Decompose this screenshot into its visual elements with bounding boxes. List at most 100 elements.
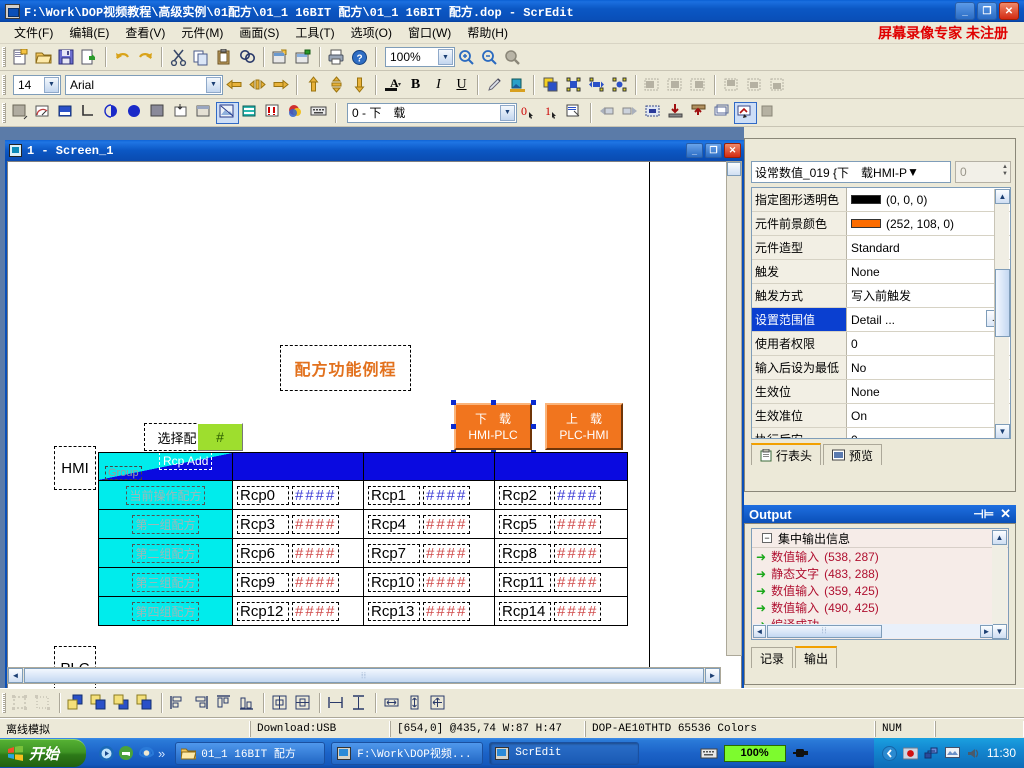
output-horizontal-scrollbar[interactable]: ◄ ⦙⦙ ►	[753, 624, 993, 638]
recipe-value-field[interactable]: ####	[554, 514, 602, 534]
property-value[interactable]: On	[847, 404, 1010, 427]
align-left-icon[interactable]	[223, 74, 246, 96]
recipe-name-label[interactable]: Rcp7	[368, 543, 420, 563]
property-value[interactable]: (252, 108, 0)	[847, 212, 1010, 235]
output-group-header[interactable]: − 集中输出信息	[752, 529, 1008, 548]
same-size-icon[interactable]	[427, 692, 450, 714]
upload-icon[interactable]	[688, 102, 711, 124]
color-tool-icon[interactable]	[285, 102, 308, 124]
recipe-value-field[interactable]: ####	[292, 514, 340, 534]
output-row[interactable]: ➜ 静态文字 (483, 288)	[752, 565, 1008, 582]
recipe-value-field[interactable]: ####	[292, 572, 340, 592]
open-screen-icon[interactable]	[292, 46, 315, 68]
align-left-edge-icon[interactable]	[167, 692, 190, 714]
compile-icon[interactable]	[642, 102, 665, 124]
properties-icon[interactable]	[563, 102, 586, 124]
property-row[interactable]: 输入后设为最低 No	[752, 356, 1010, 380]
collapse-icon[interactable]: −	[762, 533, 772, 543]
bold-icon[interactable]: B	[404, 74, 427, 96]
send-to-back-icon[interactable]	[88, 692, 111, 714]
menu-screen[interactable]: 画面(S)	[231, 22, 287, 43]
recipe-value-field[interactable]: ####	[423, 485, 471, 505]
scroll-up-arrow-icon[interactable]	[727, 162, 741, 176]
color-swatch[interactable]	[851, 219, 881, 228]
bring-forward-icon[interactable]	[111, 692, 134, 714]
recipe-name-label[interactable]: Rcp11	[499, 572, 551, 592]
window-tool-icon[interactable]	[193, 102, 216, 124]
next-screen-icon[interactable]	[619, 102, 642, 124]
alarm-tool-icon[interactable]	[262, 102, 285, 124]
property-value[interactable]: No	[847, 356, 1010, 379]
center-vertically-icon[interactable]	[269, 692, 292, 714]
menu-view[interactable]: 查看(V)	[117, 22, 173, 43]
pin-icon[interactable]: ⊣⊨	[973, 507, 994, 521]
selection-handle[interactable]	[531, 424, 536, 429]
property-row[interactable]: 指定图形透明色 (0, 0, 0)	[752, 188, 1010, 212]
taskbar-task[interactable]: ScrEdit	[489, 741, 640, 765]
save-icon[interactable]	[55, 46, 78, 68]
scroll-right-arrow-icon[interactable]: ►	[980, 624, 993, 638]
rotate-icon[interactable]	[562, 74, 585, 96]
chevron-down-icon[interactable]: ▼	[206, 76, 221, 93]
align-center-grp-icon[interactable]	[664, 74, 687, 96]
chevron-down-icon[interactable]: ▼	[907, 165, 919, 179]
canvas-title-text[interactable]: 配方功能例程	[280, 345, 411, 391]
scroll-thumb[interactable]	[995, 269, 1010, 337]
hmi-header-group-label[interactable]: Group	[105, 466, 142, 480]
align-center-h-icon[interactable]	[246, 74, 269, 96]
hmi-row-label[interactable]: 第二组配方	[132, 543, 199, 563]
toolbar-grip[interactable]	[2, 693, 6, 713]
pen-icon[interactable]	[483, 74, 506, 96]
scroll-left-arrow-icon[interactable]: ◄	[753, 624, 766, 638]
recipe-name-label[interactable]: Rcp12	[237, 601, 289, 621]
zoom-area-icon[interactable]	[501, 46, 524, 68]
property-grid-scrollbar[interactable]: ▲ ▼	[994, 189, 1010, 438]
recipe-value-field[interactable]: ####	[292, 485, 340, 505]
property-row[interactable]: 使用者权限 0	[752, 332, 1010, 356]
scroll-right-arrow-icon[interactable]: ►	[705, 668, 720, 683]
output-panel-close-icon[interactable]: ✕	[1000, 506, 1011, 522]
prev-screen-icon[interactable]	[596, 102, 619, 124]
spinner-arrows-icon[interactable]: ▲ ▼	[1002, 164, 1008, 178]
new-icon[interactable]	[9, 46, 32, 68]
recipe-name-label[interactable]: Rcp1	[368, 485, 420, 505]
minimize-button[interactable]: _	[955, 2, 975, 20]
canvas-vertical-scrollbar[interactable]	[726, 161, 742, 656]
property-value[interactable]: None	[847, 380, 1010, 403]
hmi-row-label[interactable]: 当前操作配方	[126, 485, 205, 505]
pattern-tool-icon[interactable]	[147, 102, 170, 124]
property-row[interactable]: 执行后宏 0	[752, 428, 1010, 438]
recipe-value-field[interactable]: ####	[292, 601, 340, 621]
tab-preview[interactable]: 预览	[823, 444, 883, 465]
recipe-value-field[interactable]: ####	[423, 601, 471, 621]
menu-window[interactable]: 窗口(W)	[400, 22, 459, 43]
toolbar-grip[interactable]	[2, 47, 6, 67]
recipe-name-label[interactable]: Rcp3	[237, 514, 289, 534]
scroll-down-arrow-icon[interactable]: ▼	[995, 424, 1010, 438]
output-vertical-scrollbar[interactable]: ▲ ▼	[992, 530, 1007, 639]
design-canvas-viewport[interactable]: 配方功能例程 下 载 HMI-PLC 上 载 PLC-HMI 选择配方组 # H…	[7, 161, 742, 689]
picture-tool-icon[interactable]	[216, 101, 239, 124]
bar-tool-icon[interactable]	[55, 102, 78, 124]
save-as-icon[interactable]	[78, 46, 101, 68]
recipe-value-field[interactable]: ####	[554, 572, 602, 592]
undo-icon[interactable]	[111, 46, 134, 68]
selection-handle[interactable]	[451, 424, 456, 429]
align-bottom-edge-icon[interactable]	[236, 692, 259, 714]
flip-h-icon[interactable]	[585, 74, 608, 96]
property-row[interactable]: 生效位 None	[752, 380, 1010, 404]
property-value[interactable]: (0, 0, 0)	[847, 188, 1010, 211]
hmi-row-label[interactable]: 第四组配方	[132, 601, 199, 621]
output-list[interactable]: − 集中输出信息 ➜ 数值输入 (538, 287) ➜ 静态文字 (483, 288) ➜…	[751, 528, 1009, 640]
start-button[interactable]: 开始	[0, 739, 86, 767]
recipe-name-label[interactable]: Rcp10	[368, 572, 420, 592]
property-row[interactable]: 触发方式 写入前触发	[752, 284, 1010, 308]
rectangle-tool-icon[interactable]	[9, 102, 32, 124]
close-button[interactable]: ✕	[999, 2, 1019, 20]
recipe-name-label[interactable]: Rcp0	[237, 485, 289, 505]
online-sim-icon[interactable]	[711, 102, 734, 124]
same-width-icon[interactable]	[381, 692, 404, 714]
color-swatch[interactable]	[851, 195, 881, 204]
distribute-h-icon[interactable]	[325, 692, 348, 714]
find-icon[interactable]	[236, 46, 259, 68]
